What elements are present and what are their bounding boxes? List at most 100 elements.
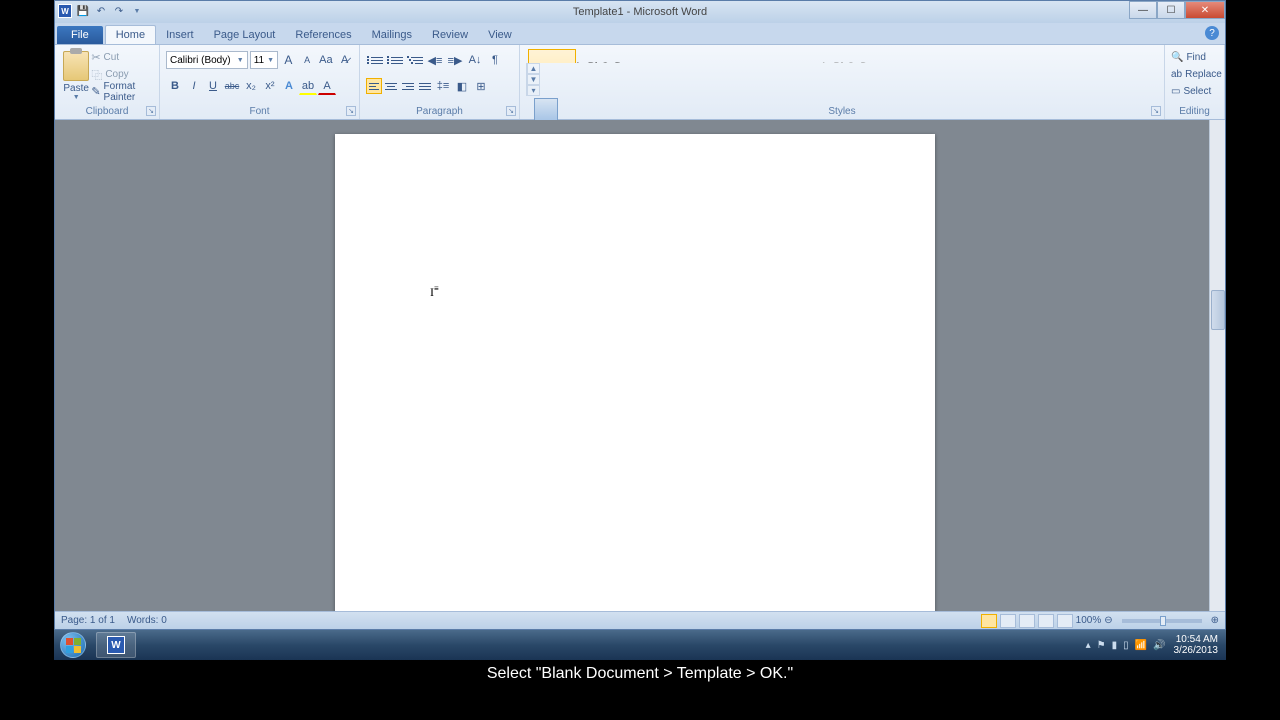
flag-icon[interactable]: ⚑ <box>1097 640 1106 651</box>
paragraph-group: ◀≡ ≡▶ A↓ ¶ ‡≡ ◧ ⊞ Paragraph ↘ <box>360 45 520 119</box>
ribbon: Paste ▼ Cut Copy Format Painter Clipboar… <box>55 45 1225 120</box>
start-button[interactable] <box>54 630 92 660</box>
underline-button[interactable]: U <box>204 77 222 95</box>
highlight-button[interactable]: ab <box>299 77 317 95</box>
superscript-button[interactable]: x² <box>261 77 279 95</box>
strikethrough-button[interactable]: abc <box>223 77 241 95</box>
style--no-spaci-[interactable]: AaBbCcDc¶ No Spaci... <box>577 49 625 63</box>
grow-font-button[interactable]: A <box>280 51 297 69</box>
line-spacing-button[interactable]: ‡≡ <box>434 77 452 95</box>
tab-page-layout[interactable]: Page Layout <box>204 26 286 44</box>
vertical-scrollbar[interactable] <box>1209 120 1225 611</box>
style-subtle-em-[interactable]: AaBbCcDcSubtle Em... <box>822 49 870 63</box>
increase-indent-button[interactable]: ≡▶ <box>446 51 464 69</box>
decrease-indent-button[interactable]: ◀≡ <box>426 51 444 69</box>
undo-icon[interactable]: ↶ <box>93 3 109 19</box>
full-screen-view[interactable] <box>1000 614 1016 628</box>
clear-formatting-button[interactable]: A̷ <box>336 51 353 69</box>
shrink-font-button[interactable]: A <box>299 51 316 69</box>
font-launcher[interactable]: ↘ <box>346 106 356 116</box>
sort-button[interactable]: A↓ <box>466 51 484 69</box>
copy-icon <box>91 67 102 83</box>
zoom-slider[interactable] <box>1122 619 1202 623</box>
word-count[interactable]: Words: 0 <box>127 615 167 626</box>
align-center-button[interactable] <box>383 78 399 94</box>
justify-button[interactable] <box>417 78 433 94</box>
text-effects-button[interactable]: A <box>280 77 298 95</box>
style-scroll[interactable]: ▲▼▾ <box>526 63 540 96</box>
shading-button[interactable]: ◧ <box>453 77 471 95</box>
tab-references[interactable]: References <box>285 26 361 44</box>
style-quote[interactable]: AaBbCcDcQuote <box>1018 49 1066 63</box>
clipboard-label: Clipboard <box>55 106 159 117</box>
outline-view[interactable] <box>1038 614 1054 628</box>
print-layout-view[interactable] <box>981 614 997 628</box>
tab-home[interactable]: Home <box>105 25 156 44</box>
tab-review[interactable]: Review <box>422 26 478 44</box>
qat-customize-icon[interactable]: ▼ <box>129 3 145 19</box>
editing-group: 🔍Find abReplace ▭Select Editing <box>1165 45 1225 119</box>
network-icon[interactable]: ▮ <box>1112 640 1118 651</box>
show-marks-button[interactable]: ¶ <box>486 51 504 69</box>
redo-icon[interactable]: ↷ <box>111 3 127 19</box>
change-case-button[interactable]: Aa <box>318 51 335 69</box>
taskbar-word[interactable]: W <box>96 632 136 658</box>
style-title[interactable]: AaBTitle <box>724 49 772 63</box>
cut-button[interactable]: Cut <box>91 49 153 66</box>
word-icon: W <box>57 3 73 19</box>
align-right-button[interactable] <box>400 78 416 94</box>
style--normal[interactable]: AaBbCcDc¶ Normal <box>528 49 576 63</box>
page-indicator[interactable]: Page: 1 of 1 <box>61 615 115 626</box>
styles-group: AaBbCcDc¶ NormalAaBbCcDc¶ No Spaci... AaB… <box>520 45 1165 119</box>
maximize-button[interactable]: ☐ <box>1157 1 1185 19</box>
minimize-button[interactable]: — <box>1129 1 1157 19</box>
align-left-button[interactable] <box>366 78 382 94</box>
wifi-icon[interactable]: 📶 <box>1135 640 1147 651</box>
bold-button[interactable]: B <box>166 77 184 95</box>
style-strong[interactable]: AaBbCcDcStrong <box>969 49 1017 63</box>
tab-view[interactable]: View <box>478 26 522 44</box>
help-icon[interactable]: ? <box>1205 26 1219 40</box>
taskbar: W ▴ ⚑ ▮ ▯ 📶 🔊 10:54 AM 3/26/2013 <box>54 630 1226 660</box>
paste-button[interactable]: Paste ▼ <box>61 47 91 105</box>
volume-icon[interactable]: 🔊 <box>1153 640 1165 651</box>
tab-file[interactable]: File <box>57 26 103 44</box>
zoom-in-button[interactable]: ⊕ <box>1211 615 1219 626</box>
zoom-out-button[interactable]: ⊖ <box>1104 615 1112 626</box>
borders-button[interactable]: ⊞ <box>472 77 490 95</box>
save-icon[interactable]: 💾 <box>75 3 91 19</box>
select-button[interactable]: ▭Select <box>1171 83 1218 100</box>
format-painter-button[interactable]: Format Painter <box>91 83 153 100</box>
style-heading-2[interactable]: AaBbCcHeading 2 <box>675 49 723 63</box>
style-emphasis[interactable]: AaBbCcDcEmphasis <box>871 49 919 63</box>
font-name-combo[interactable]: Calibri (Body)▼ <box>166 51 248 69</box>
tab-mailings[interactable]: Mailings <box>362 26 422 44</box>
replace-icon: ab <box>1171 69 1182 80</box>
style-intense-e-[interactable]: AaBbCcDcIntense E... <box>920 49 968 63</box>
numbering-button[interactable] <box>386 51 404 69</box>
tray-chevron-icon[interactable]: ▴ <box>1086 640 1091 651</box>
bullets-button[interactable] <box>366 51 384 69</box>
close-button[interactable]: ✕ <box>1185 1 1225 19</box>
style-subtitle[interactable]: AaBbCc.Subtitle <box>773 49 821 63</box>
paragraph-launcher[interactable]: ↘ <box>506 106 516 116</box>
styles-launcher[interactable]: ↘ <box>1151 106 1161 116</box>
multilevel-list-button[interactable] <box>406 51 424 69</box>
document-page[interactable]: I≡ <box>335 134 935 611</box>
zoom-level[interactable]: 100% <box>1076 615 1102 626</box>
system-tray: ▴ ⚑ ▮ ▯ 📶 🔊 10:54 AM 3/26/2013 <box>1086 634 1226 656</box>
web-layout-view[interactable] <box>1019 614 1035 628</box>
italic-button[interactable]: I <box>185 77 203 95</box>
subscript-button[interactable]: x₂ <box>242 77 260 95</box>
draft-view[interactable] <box>1057 614 1073 628</box>
font-color-button[interactable]: A <box>318 77 336 95</box>
tab-insert[interactable]: Insert <box>156 26 204 44</box>
battery-icon[interactable]: ▯ <box>1123 640 1129 651</box>
clipboard-launcher[interactable]: ↘ <box>146 106 156 116</box>
find-icon: 🔍 <box>1171 52 1183 63</box>
clock[interactable]: 10:54 AM 3/26/2013 <box>1174 634 1219 656</box>
font-size-combo[interactable]: 11▼ <box>250 51 278 69</box>
scrollbar-thumb[interactable] <box>1211 290 1225 330</box>
replace-button[interactable]: abReplace <box>1171 66 1218 83</box>
find-button[interactable]: 🔍Find <box>1171 49 1218 66</box>
